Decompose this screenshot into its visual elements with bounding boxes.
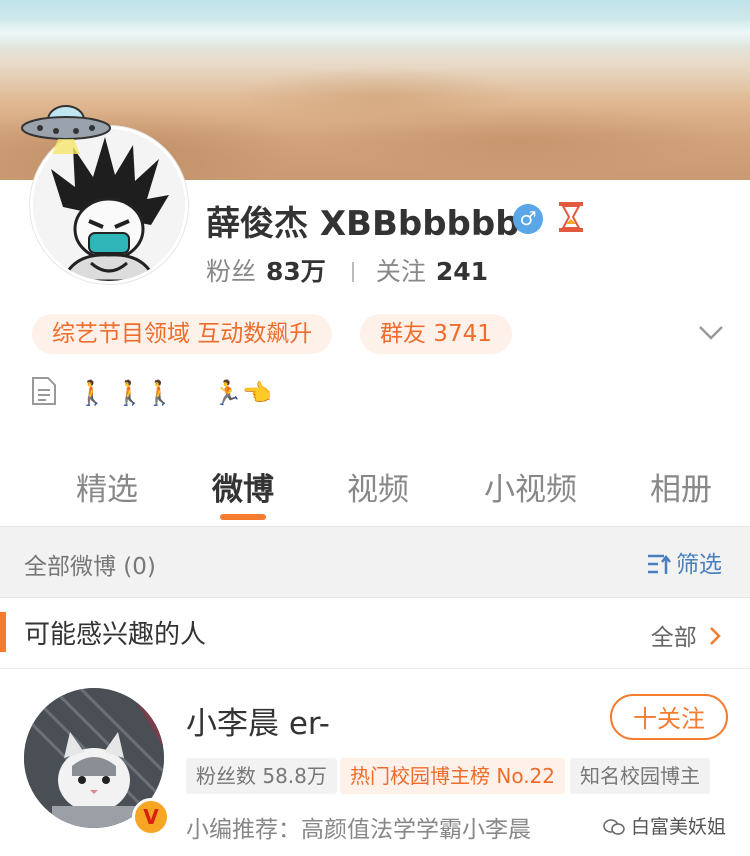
person-name[interactable]: 小李晨 er- (186, 698, 330, 743)
group-tag[interactable]: 群友 3741 (360, 314, 512, 354)
chevron-down-icon[interactable] (696, 318, 726, 348)
filter-icon (646, 552, 672, 582)
following-stat[interactable]: 关注 241 (376, 257, 488, 286)
person-role-tag: 知名校园博主 (570, 758, 710, 794)
ufo-icon (18, 96, 114, 156)
follow-button[interactable]: 十关注 (610, 694, 728, 740)
hourglass-icon (555, 200, 587, 234)
active-tab-indicator (220, 514, 266, 520)
bio-emojis: 🚶 🚶🚶 🏃👈 (77, 379, 273, 407)
filter-bar: 全部微博 (0) 筛选 (0, 526, 750, 598)
tab-featured[interactable]: 精选 (76, 464, 138, 509)
tab-weibo[interactable]: 微博 (212, 464, 274, 509)
recommend-more-link[interactable]: 全部 (651, 618, 722, 653)
chevron-right-icon (708, 625, 722, 653)
tab-video[interactable]: 视频 (347, 464, 409, 509)
tab-album[interactable]: 相册 (650, 464, 712, 509)
watermark: 白富美妖姐 (602, 812, 726, 841)
male-icon: ♂ (513, 204, 543, 234)
person-fans-tag: 粉丝数 58.8万 (186, 758, 337, 794)
domain-tag[interactable]: 综艺节目领域 互动数飙升 (32, 314, 333, 354)
tab-short-video[interactable]: 小视频 (484, 464, 577, 509)
verified-badge-icon: V (132, 798, 170, 836)
filter-button[interactable]: 筛选 (646, 545, 722, 582)
wechat-icon (603, 818, 625, 841)
recommend-title: 可能感兴趣的人 (24, 620, 207, 650)
document-icon (30, 376, 58, 410)
person-recommendation: 小编推荐：高颜值法学学霸小李晨 (186, 817, 531, 843)
profile-name: 薛俊杰 XBBbbbbb (206, 204, 520, 244)
all-weibo-label[interactable]: 全部微博 (0) (24, 547, 156, 581)
profile-stats: 粉丝 83万 关注 241 (206, 252, 488, 288)
fans-stat[interactable]: 粉丝 83万 (206, 257, 326, 286)
profile-bio: 🚶 🚶🚶 🏃👈 (30, 376, 272, 410)
person-rank-tag[interactable]: 热门校园博主榜 No.22 (340, 758, 566, 794)
profile-tabs: 精选 微博 视频 小视频 相册 (0, 452, 750, 524)
recommend-header: 可能感兴趣的人 全部 (0, 598, 750, 669)
section-accent (0, 612, 6, 652)
